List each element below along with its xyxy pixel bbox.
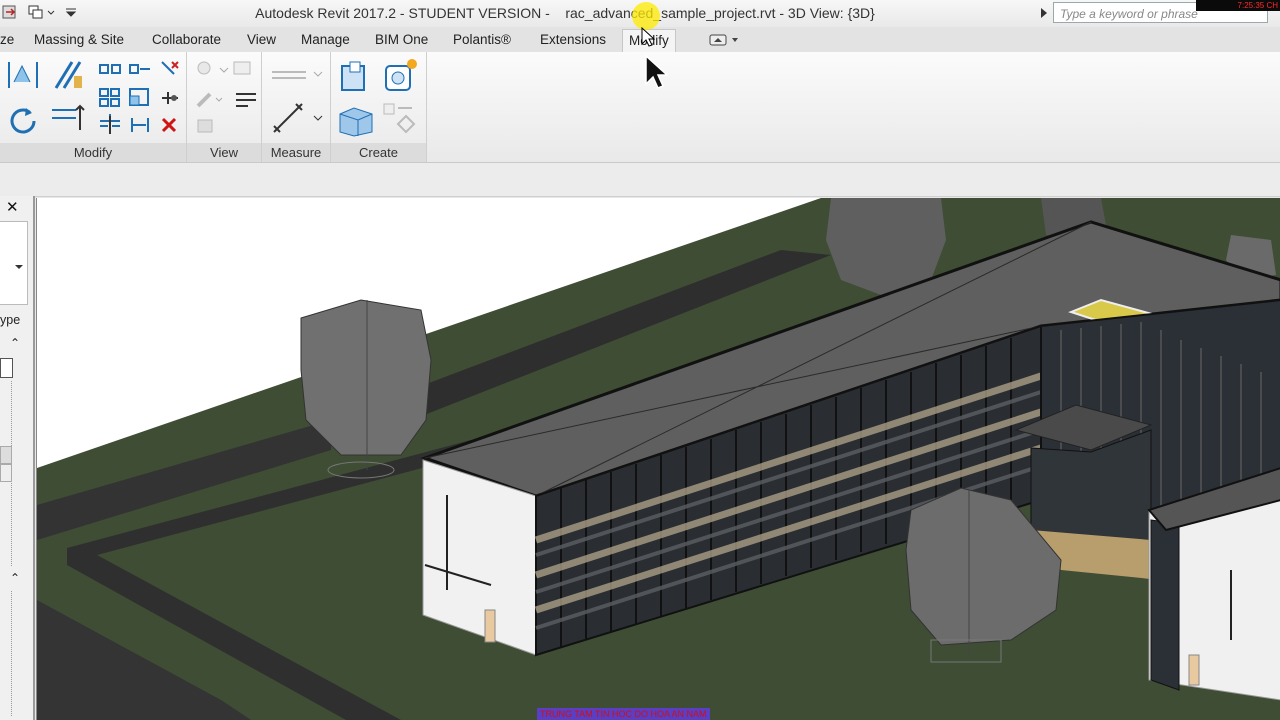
ribbon-panel-area: Modify View Measure Create (0, 52, 1280, 163)
cursor-icon (641, 26, 656, 50)
collapse-section-icon[interactable]: ⌃ (10, 336, 20, 350)
type-selector[interactable] (0, 221, 28, 305)
tab-massing-site[interactable]: Massing & Site (28, 31, 130, 51)
panel-label-measure: Measure (262, 143, 330, 162)
cursor-highlight (632, 2, 660, 30)
copy-icon[interactable] (128, 60, 152, 81)
window-title: Autodesk Revit 2017.2 - STUDENT VERSION … (255, 5, 875, 21)
create-group-icon[interactable] (336, 102, 378, 141)
clock-overlay: 7:25:35 CH 12/23/2017 (1196, 0, 1280, 11)
panel-label-create: Create (331, 143, 426, 162)
building-model-render (37, 198, 1280, 720)
light-bulb-icon[interactable] (194, 58, 254, 85)
properties-palette: ✕ ype ⌃ ⌃ (0, 196, 35, 720)
tab-bim-one[interactable]: BIM One (369, 31, 434, 51)
delete-icon[interactable] (158, 114, 182, 139)
aligned-dimension-icon[interactable] (270, 100, 326, 139)
move-icon[interactable] (98, 60, 122, 81)
options-bar (0, 163, 1280, 197)
search-expand-icon[interactable] (1040, 7, 1048, 22)
pin-icon[interactable] (158, 88, 182, 111)
tab-polantis[interactable]: Polantis® (447, 31, 517, 51)
ribbon-minimize-icon[interactable] (706, 33, 742, 50)
property-checkbox[interactable] (0, 358, 13, 378)
split-element-icon[interactable] (50, 102, 88, 135)
watermark: TRUNG TAM TIN HOC DO HOA AN NAM (537, 708, 710, 720)
property-cell[interactable] (0, 464, 12, 482)
measure-between-references-icon[interactable] (270, 62, 326, 89)
tab-view[interactable]: View (241, 31, 282, 51)
panel-label-view: View (187, 143, 261, 162)
property-rows (0, 591, 12, 716)
tab-analyze-partial[interactable]: ze (0, 31, 20, 51)
create-parts-icon[interactable] (382, 58, 420, 97)
trim-extend-icon[interactable] (128, 114, 152, 139)
hide-element-icon[interactable] (194, 114, 218, 141)
panel-label-modify: Modify (0, 143, 186, 162)
trim-icon[interactable] (158, 58, 182, 83)
align-icon[interactable] (6, 58, 40, 95)
create-assembly-icon[interactable] (338, 58, 376, 97)
create-similar-icon[interactable] (382, 102, 418, 139)
property-cell[interactable] (0, 446, 12, 464)
3d-viewport[interactable] (36, 198, 1280, 720)
linework-icon[interactable] (234, 88, 258, 115)
ribbon-tab-bar: ze Massing & Site Collaborate View Manag… (0, 27, 1280, 52)
rotate-icon[interactable] (6, 104, 40, 141)
collapse-section-icon[interactable]: ⌃ (10, 571, 20, 585)
close-icon[interactable]: ✕ (6, 198, 19, 216)
chevron-down-icon[interactable] (14, 259, 24, 274)
tab-extensions[interactable]: Extensions (534, 31, 612, 51)
edit-type-label: ype (0, 313, 21, 327)
panel-divider (426, 52, 427, 162)
scale-icon[interactable] (128, 86, 152, 111)
tab-manage[interactable]: Manage (295, 31, 356, 51)
tab-collaborate[interactable]: Collaborate (146, 31, 227, 51)
split-with-gap-icon[interactable] (98, 114, 122, 139)
array-icon[interactable] (98, 86, 122, 111)
offset-icon[interactable] (52, 58, 86, 95)
paint-icon[interactable] (194, 88, 224, 115)
cursor-icon (644, 54, 669, 95)
